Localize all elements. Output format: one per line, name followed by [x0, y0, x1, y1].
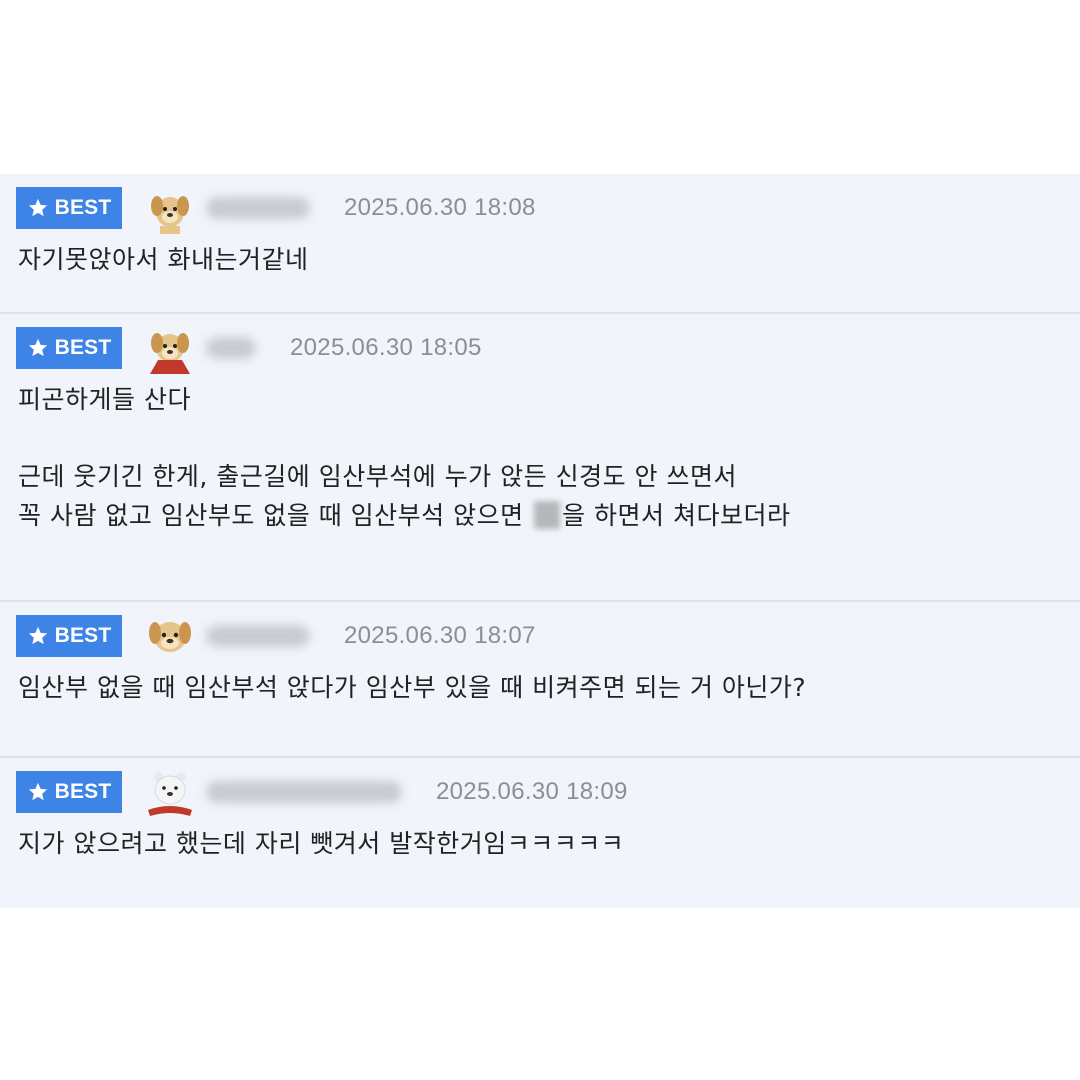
best-badge: BEST [16, 771, 122, 813]
comment-text: 근데 웃기긴 한게, 출근길에 임산부석에 누가 앉든 신경도 안 쓰면서 [18, 462, 737, 491]
best-badge: BEST [16, 327, 122, 369]
comment-date: 2025.06.30 18:05 [290, 334, 482, 361]
comment-date: 2025.06.30 18:09 [436, 778, 628, 805]
comment-text: 임산부 없을 때 임산부석 앉다가 임산부 있을 때 비켜주면 되는 거 아닌가… [18, 673, 807, 702]
star-icon [28, 198, 47, 217]
comment-meta: BEST 2025.06.30 18:08 [16, 186, 1064, 234]
star-icon [28, 626, 47, 645]
comment-text: 자기못앉아서 화내는거같네 [18, 245, 309, 274]
comment-body: 지가 앉으려고 했는데 자리 뺏겨서 발작한거임ㅋㅋㅋㅋㅋ [16, 814, 1064, 883]
comment-item: BEST 2025.06.30 18:07 임산부 없을 때 임산부석 앉다가 … [0, 602, 1080, 758]
comment-body: 임산부 없을 때 임산부석 앉다가 임산부 있을 때 비켜주면 되는 거 아닌가… [16, 658, 1064, 727]
comment-date: 2025.06.30 18:08 [344, 194, 536, 221]
nickname-blurred[interactable] [206, 625, 310, 647]
star-icon [28, 338, 47, 357]
comment-meta: BEST 2025.06.30 18:07 [16, 614, 1064, 658]
puppy-face-icon[interactable] [144, 610, 196, 662]
comment-item: BEST 2025.06.30 18:09 지가 앉으려고 했는데 자리 뺏겨서… [0, 758, 1080, 908]
best-badge: BEST [16, 187, 122, 229]
censored-text [534, 501, 561, 529]
comment-text: 피곤하게들 산다 [18, 385, 191, 414]
nickname-blurred[interactable] [206, 197, 310, 219]
comment-item: BEST 2025.06.30 18:05 피곤하게들 산다 근데 웃기긴 한게… [0, 314, 1080, 602]
comment-text: 꼭 사람 없고 임산부도 없을 때 임산부석 앉으면 을 하면서 쳐다보더라 [18, 501, 791, 530]
comment-meta: BEST 2025.06.30 18:09 [16, 770, 1064, 816]
comment-date: 2025.06.30 18:07 [344, 622, 536, 649]
comment-body: 자기못앉아서 화내는거같네 [16, 230, 1064, 299]
star-icon [28, 782, 47, 801]
comment-meta: BEST 2025.06.30 18:05 [16, 326, 1064, 374]
comment-item: BEST 2025.06.30 18:08 자기못앉아서 화내는거같네 [0, 174, 1080, 314]
best-badge: BEST [16, 615, 122, 657]
puppy-scarf-icon[interactable] [144, 322, 196, 374]
best-comment-list: BEST 2025.06.30 18:08 자기못앉아서 화내는거같네 BEST [0, 174, 1080, 908]
puppy-icon[interactable] [144, 182, 196, 234]
comment-body: 피곤하게들 산다 근데 웃기긴 한게, 출근길에 임산부석에 누가 앉든 신경도… [16, 370, 1064, 555]
polar-bear-icon[interactable] [144, 766, 196, 818]
comment-text: 지가 앉으려고 했는데 자리 뺏겨서 발작한거임ㅋㅋㅋㅋㅋ [18, 829, 625, 858]
nickname-blurred[interactable] [206, 337, 256, 359]
nickname-blurred[interactable] [206, 781, 402, 803]
